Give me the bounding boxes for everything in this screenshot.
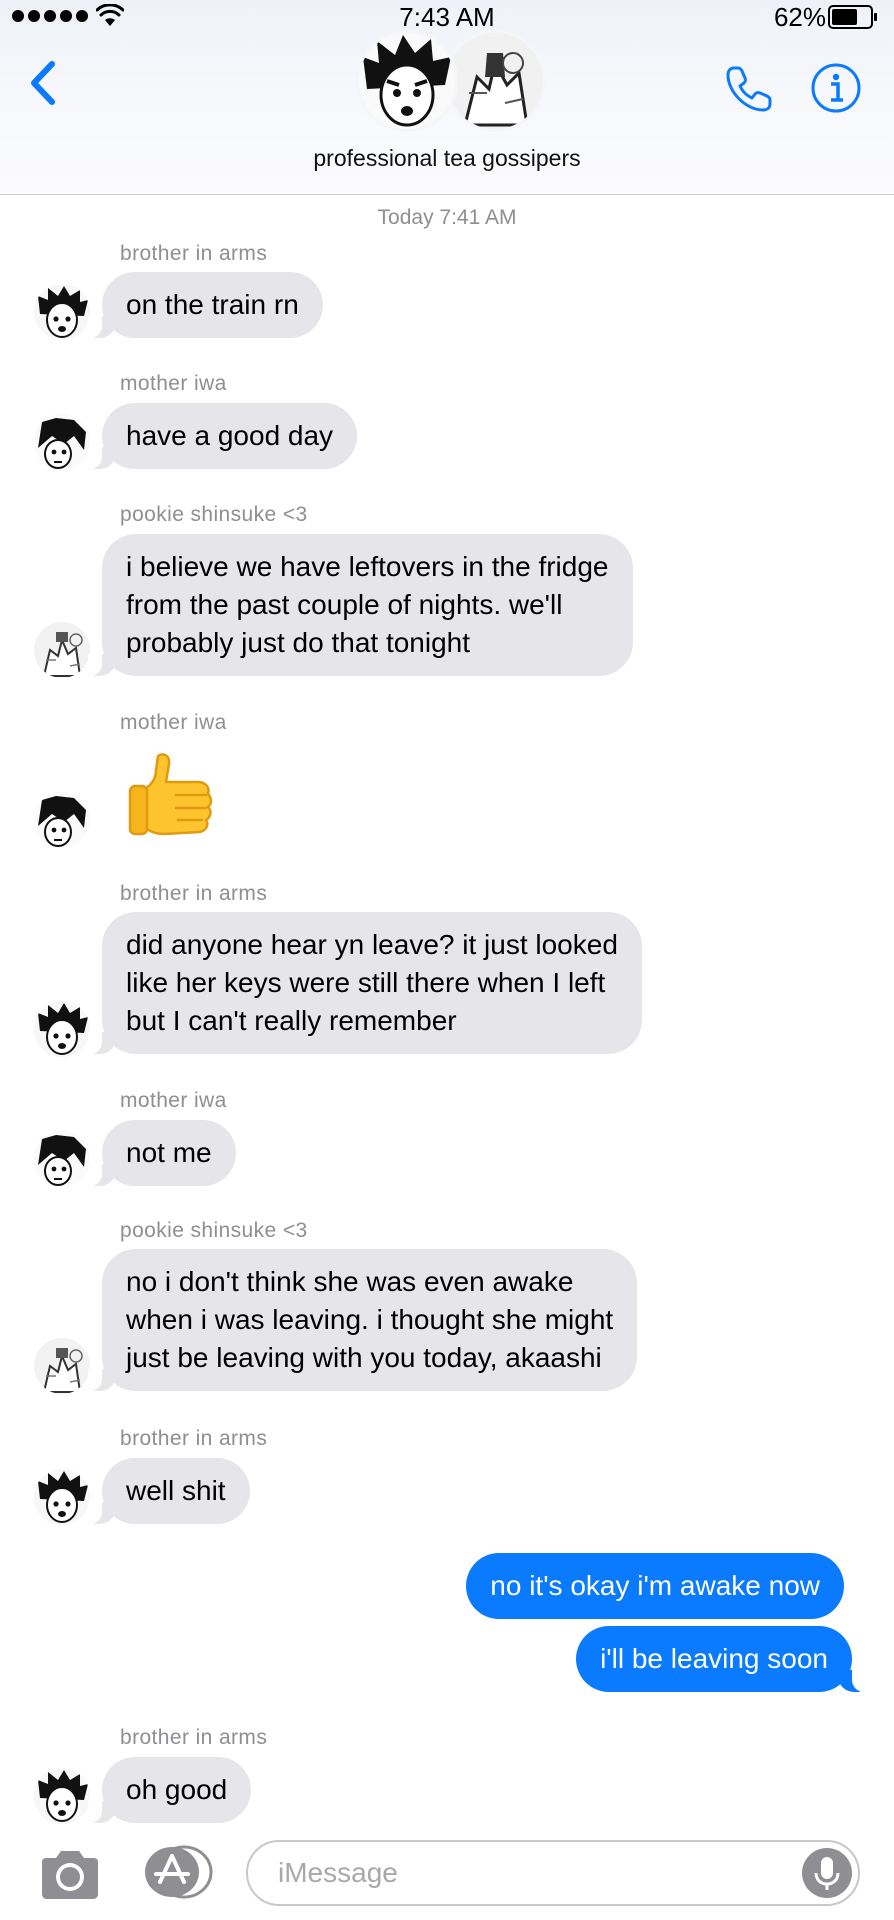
message-sender-name: brother in arms (120, 1726, 268, 1749)
conversation-header: 7:43 AM 62% professional tea gossipers (0, 0, 894, 195)
message-sender-name: brother in arms (120, 242, 268, 265)
back-chevron-icon[interactable] (24, 58, 64, 108)
incoming-message-bubble[interactable]: have a good day (87, 403, 358, 469)
message-sender-name: mother iwa (120, 372, 227, 395)
app-store-icon[interactable] (140, 1844, 214, 1900)
input-placeholder: iMessage (278, 1857, 398, 1888)
incoming-message-bubble[interactable]: i believe we have leftovers in the fridg… (88, 534, 633, 676)
conversation-timestamp: Today 7:41 AM (377, 206, 517, 229)
message-sender-name: brother in arms (120, 1427, 268, 1450)
status-time: 7:43 AM (399, 2, 495, 32)
message-sender-name: pookie shinsuke <3 (120, 1219, 308, 1242)
imessage-input[interactable]: iMessage (246, 1840, 860, 1906)
info-icon[interactable] (810, 62, 862, 114)
outgoing-message-bubble[interactable]: no it's okay i'm awake now (466, 1553, 844, 1619)
sender-avatar[interactable] (34, 1338, 90, 1394)
message-sender-name: pookie shinsuke <3 (120, 503, 308, 526)
sender-avatar[interactable] (34, 1001, 90, 1057)
group-member-avatar (444, 30, 546, 132)
incoming-message-bubble[interactable]: not me (88, 1120, 236, 1186)
battery-percentage: 62% (773, 2, 826, 32)
incoming-message-bubble[interactable]: well shit (88, 1458, 250, 1524)
sender-avatar[interactable] (34, 622, 90, 678)
camera-icon[interactable] (38, 1848, 102, 1902)
incoming-message-bubble[interactable]: oh good (87, 1757, 252, 1823)
message-sender-name: mother iwa (120, 711, 227, 734)
group-member-avatar (356, 30, 458, 132)
sender-avatar[interactable] (34, 1469, 90, 1525)
incoming-message-bubble[interactable]: no i don't think she was even awake when… (87, 1249, 638, 1391)
sender-avatar[interactable] (34, 792, 90, 848)
sender-avatar[interactable] (34, 1768, 90, 1824)
status-bar: 7:43 AM 62% (0, 0, 894, 34)
message-sender-name: brother in arms (120, 882, 268, 905)
incoming-message-bubble[interactable]: on the train rn (88, 272, 323, 338)
microphone-icon[interactable] (802, 1848, 852, 1898)
sender-avatar[interactable] (34, 414, 90, 470)
message-sender-name: mother iwa (120, 1089, 227, 1112)
thumbs-up-emoji-icon[interactable] (124, 748, 216, 840)
messages-screen: 7:43 AM 62% professional tea gossipers T… (0, 0, 894, 1920)
outgoing-message-bubble[interactable]: i'll be leaving soon (576, 1626, 866, 1692)
sender-avatar[interactable] (34, 284, 90, 340)
conversation-title[interactable]: professional tea gossipers (0, 145, 894, 172)
message-input-bar: iMessage (0, 1826, 894, 1920)
incoming-message-bubble[interactable]: did anyone hear yn leave? it just looked… (88, 912, 642, 1054)
phone-call-icon[interactable] (722, 62, 776, 116)
group-avatar-stack[interactable] (356, 30, 546, 132)
sender-avatar[interactable] (34, 1131, 90, 1187)
battery-icon (828, 5, 877, 29)
